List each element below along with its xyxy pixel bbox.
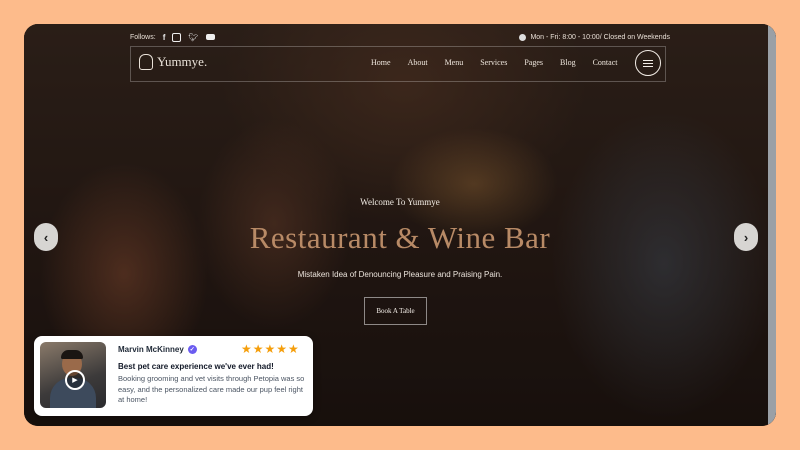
book-table-button[interactable]: Book A Table <box>364 297 427 325</box>
play-video-icon[interactable]: ▶ <box>65 370 85 390</box>
follow-label: Follows: <box>130 33 156 41</box>
facebook-icon[interactable]: f <box>163 33 166 42</box>
nav-item-menu[interactable]: Menu <box>445 58 464 67</box>
hamburger-line <box>643 65 653 67</box>
slider-next-button[interactable]: › <box>734 223 758 251</box>
nav-item-pages[interactable]: Pages <box>524 58 543 67</box>
review-title: Best pet care experience we've ever had! <box>118 362 274 371</box>
hero-title: Restaurant & Wine Bar <box>249 220 551 255</box>
chef-hat-icon <box>139 54 153 70</box>
review-card: ▶ Marvin McKinney ✓ ★★★★★ Best pet care … <box>34 336 313 416</box>
nav-menu: Home About Menu Services Pages Blog Cont… <box>371 58 634 67</box>
menu-toggle-button[interactable] <box>635 50 661 76</box>
reviewer-name-row: Marvin McKinney ✓ <box>118 345 197 354</box>
photo-hair <box>61 350 83 359</box>
scrollbar[interactable] <box>768 24 776 426</box>
top-bar: Follows: f 🐦︎ Mon - Fri: 8:00 - 10:00/ C… <box>130 28 670 46</box>
slider-prev-button[interactable]: ‹ <box>34 223 58 251</box>
instagram-icon[interactable] <box>172 32 182 42</box>
chevron-left-icon: ‹ <box>43 229 49 245</box>
nav-item-home[interactable]: Home <box>371 58 391 67</box>
nav-item-blog[interactable]: Blog <box>560 58 576 67</box>
reviewer-name: Marvin McKinney <box>118 345 184 354</box>
nav-item-contact[interactable]: Contact <box>593 58 618 67</box>
site-logo[interactable]: Yummye. <box>139 54 207 70</box>
main-navbar: Yummye. Home About Menu Services Pages B… <box>130 46 666 82</box>
hamburger-line <box>643 59 653 61</box>
reviewer-photo: ▶ <box>40 342 106 408</box>
logo-text: Yummye. <box>157 54 208 69</box>
hours-text: Mon - Fri: 8:00 - 10:00/ Closed on Weeke… <box>530 33 670 41</box>
verified-badge-icon: ✓ <box>187 345 197 354</box>
review-body: Booking grooming and vet visits through … <box>118 374 305 404</box>
hero-subtitle: Mistaken Idea of Denouncing Pleasure and… <box>297 270 503 279</box>
youtube-icon[interactable] <box>205 34 215 40</box>
hamburger-line <box>643 62 653 64</box>
opening-hours: Mon - Fri: 8:00 - 10:00/ Closed on Weeke… <box>519 33 670 41</box>
hero-welcome: Welcome To Yummye <box>360 197 440 207</box>
social-links: Follows: f 🐦︎ <box>130 32 215 42</box>
twitter-icon[interactable]: 🐦︎ <box>188 33 198 42</box>
star-rating: ★★★★★ <box>241 342 300 356</box>
nav-item-about[interactable]: About <box>408 58 428 67</box>
clock-icon <box>519 33 527 41</box>
chevron-right-icon: › <box>743 229 749 245</box>
nav-item-services[interactable]: Services <box>480 58 507 67</box>
